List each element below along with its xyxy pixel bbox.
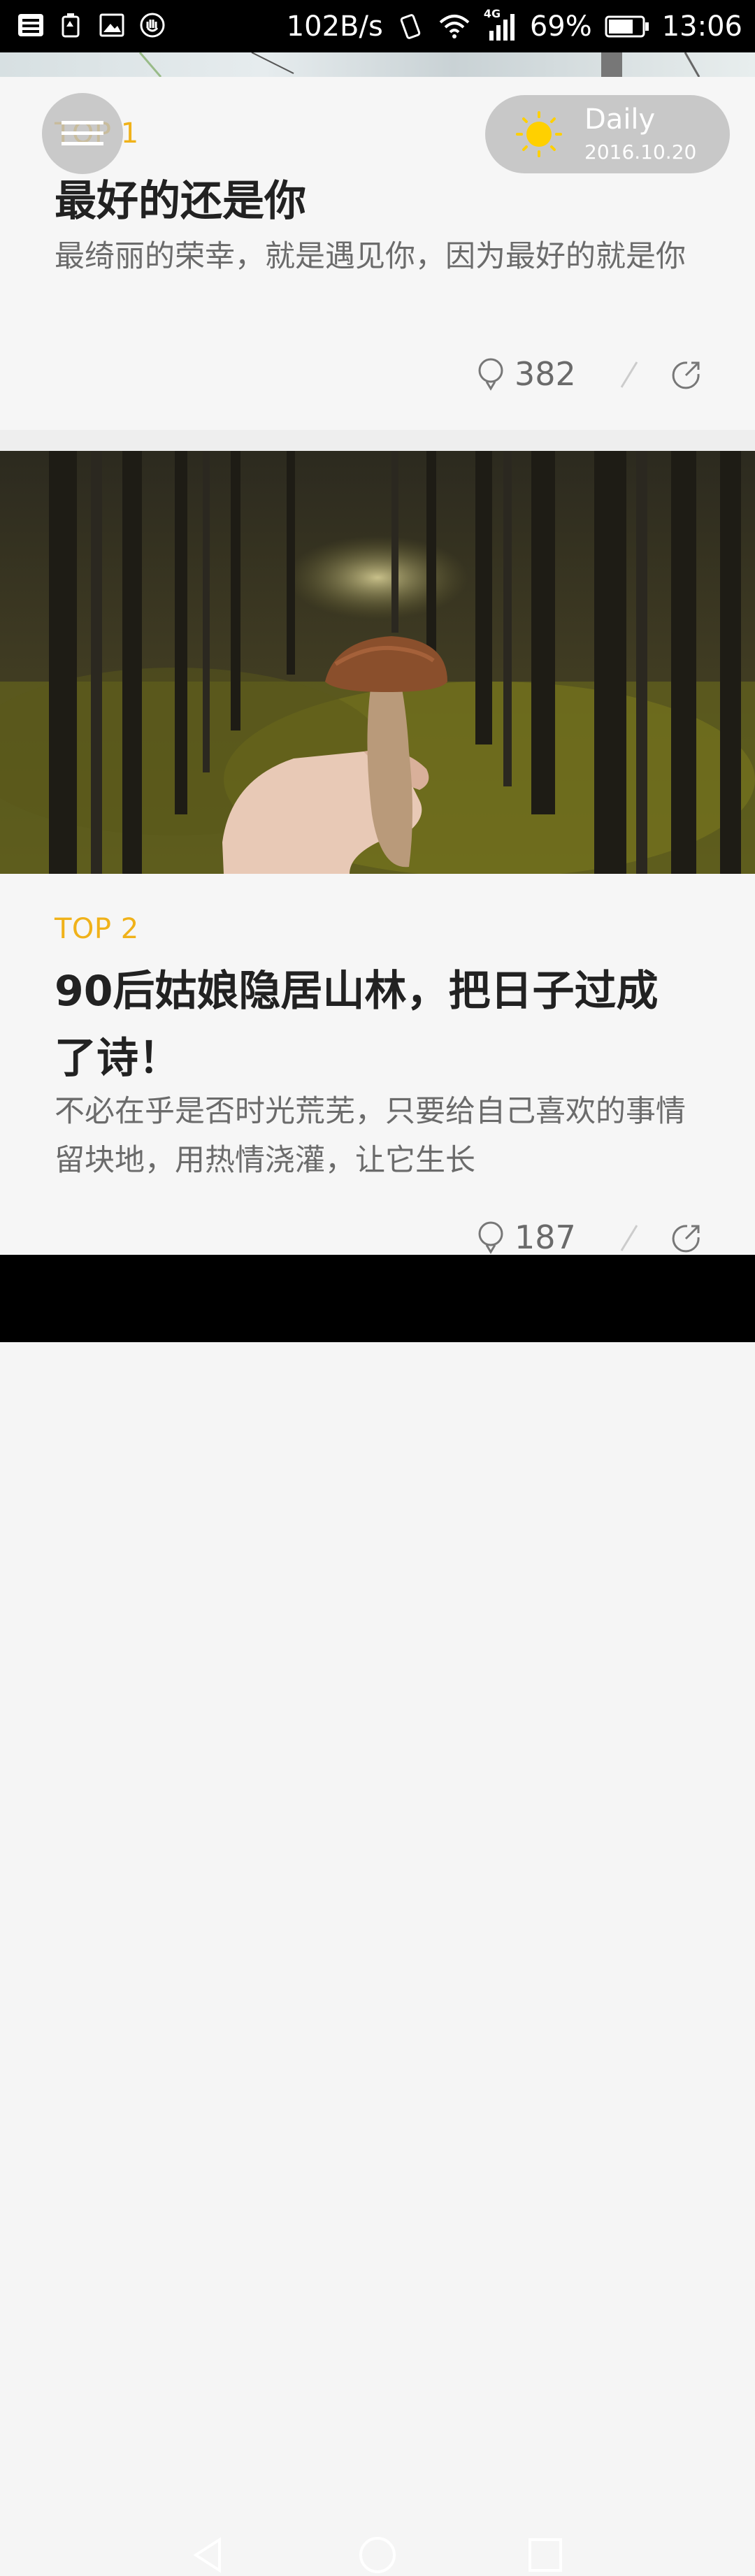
network-type: 4G [483, 6, 501, 20]
sun-icon [516, 111, 562, 157]
card-separator [0, 430, 755, 451]
share-icon[interactable] [670, 1221, 704, 1254]
like-count: 382 [515, 355, 576, 393]
net-speed: 102B/s [286, 10, 383, 43]
daily-date: 2016.10.20 [584, 141, 697, 164]
like-icon[interactable] [475, 1220, 506, 1255]
cellular-signal: 4G [483, 6, 517, 43]
article-meta: 382 [475, 350, 704, 398]
article-rank: TOP 2 [55, 913, 139, 945]
battery-icon [605, 15, 649, 37]
share-icon[interactable] [670, 357, 704, 391]
status-left-icons [17, 11, 166, 39]
article-card-2[interactable]: TOP 2 90后姑娘隐居山林，把日子过成了诗！ 不必在乎是否时光荒芜，只要给自… [0, 874, 755, 1256]
toutiao-icon [17, 11, 45, 39]
daily-label: Daily [584, 103, 656, 136]
divider-slash [620, 1225, 638, 1251]
daily-text: Daily 2016.10.20 [584, 103, 696, 165]
menu-icon [62, 121, 103, 145]
header-image-strip [0, 52, 755, 78]
home-icon[interactable] [357, 2534, 398, 2576]
divider-slash [620, 361, 638, 388]
status-right: 102B/s 4G 69% 13:06 [287, 7, 742, 45]
like-icon[interactable] [475, 357, 506, 391]
battery-percent: 69% [529, 10, 592, 43]
wifi-icon [439, 14, 470, 38]
hand-icon [138, 11, 166, 39]
battery-saver-icon [57, 11, 85, 39]
article-summary: 不必在乎是否时光荒芜，只要给自己喜欢的事情留块地，用热情浇灌，让它生长 [55, 1094, 686, 1178]
daily-date-pill[interactable]: Daily 2016.10.20 [485, 95, 730, 173]
recents-icon[interactable] [524, 2534, 566, 2576]
like-count: 187 [515, 1218, 576, 1256]
article-title[interactable]: 90后姑娘隐居山林，把日子过成了诗！ [55, 958, 684, 1092]
article-image-mushroom[interactable] [0, 451, 755, 874]
menu-button[interactable] [42, 93, 123, 174]
image-icon [98, 11, 126, 39]
article-title[interactable]: 最好的还是你 [55, 168, 684, 235]
clock-time: 13:06 [661, 10, 742, 43]
vibrate-icon [400, 13, 421, 39]
back-icon[interactable] [189, 2534, 231, 2576]
navigation-bar [0, 1255, 755, 2573]
status-bar: 102B/s 4G 69% 13:06 [0, 0, 755, 52]
article-summary: 最绮丽的荣幸，就是遇见你，因为最好的就是你 [55, 239, 686, 274]
